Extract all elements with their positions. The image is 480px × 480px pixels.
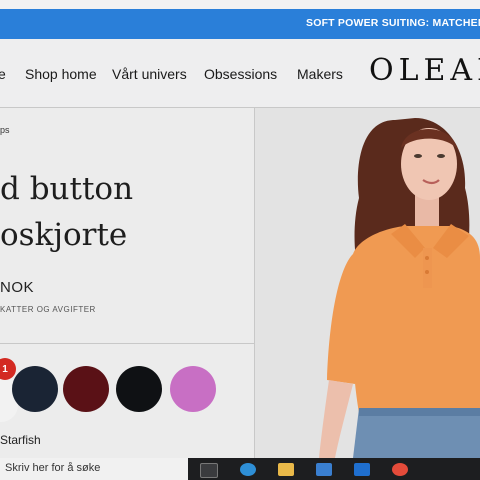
chrome-icon[interactable] — [392, 463, 408, 476]
browser-viewport: SOFT POWER SUITING: MATCHENDE e Shop hom… — [0, 0, 480, 458]
selected-color-name: Starfish — [0, 433, 41, 447]
store-icon[interactable] — [316, 463, 332, 476]
main-navigation: e Shop home Vårt univers Obsessions Make… — [0, 39, 480, 108]
color-swatch-burgundy[interactable] — [63, 366, 109, 412]
product-image[interactable] — [255, 108, 480, 458]
windows-taskbar: Skriv her for å søke — [0, 458, 480, 480]
nav-item-makers[interactable]: Makers — [297, 66, 343, 82]
color-swatch-black[interactable] — [116, 366, 162, 412]
nav-item-vart-univers[interactable]: Vårt univers — [112, 66, 187, 82]
product-title-line2: oskjorte — [0, 217, 128, 253]
color-swatch-pink[interactable] — [170, 366, 216, 412]
nav-item-obsessions[interactable]: Obsessions — [204, 66, 277, 82]
nav-item-shop-home[interactable]: Shop home — [25, 66, 97, 82]
edge-icon[interactable] — [240, 463, 256, 476]
color-swatch-navy[interactable] — [12, 366, 58, 412]
product-title: d button oskjorte — [0, 166, 133, 258]
product-title-line1: d button — [0, 171, 134, 207]
mail-icon[interactable] — [354, 463, 370, 476]
nav-item-partial[interactable]: e — [0, 66, 6, 82]
taskbar-search-placeholder: Skriv her for å søke — [5, 462, 101, 474]
tax-note: KATTER OG AVGIFTER — [0, 305, 96, 314]
model-photo — [255, 108, 480, 458]
brand-logo[interactable]: OLEAN — [369, 53, 480, 88]
task-view-icon[interactable] — [200, 463, 218, 478]
breadcrumb[interactable]: ps — [0, 125, 10, 135]
promo-text: SOFT POWER SUITING: MATCHENDE — [306, 17, 480, 29]
promo-banner[interactable]: SOFT POWER SUITING: MATCHENDE — [0, 9, 480, 39]
taskbar-search-box[interactable]: Skriv her for å søke — [0, 458, 188, 480]
divider — [0, 343, 254, 344]
product-info-panel: ps d button oskjorte NOK KATTER OG AVGIF… — [0, 108, 255, 458]
notification-badge: 1 — [0, 358, 16, 380]
product-price: NOK — [0, 279, 35, 296]
file-explorer-icon[interactable] — [278, 463, 294, 476]
